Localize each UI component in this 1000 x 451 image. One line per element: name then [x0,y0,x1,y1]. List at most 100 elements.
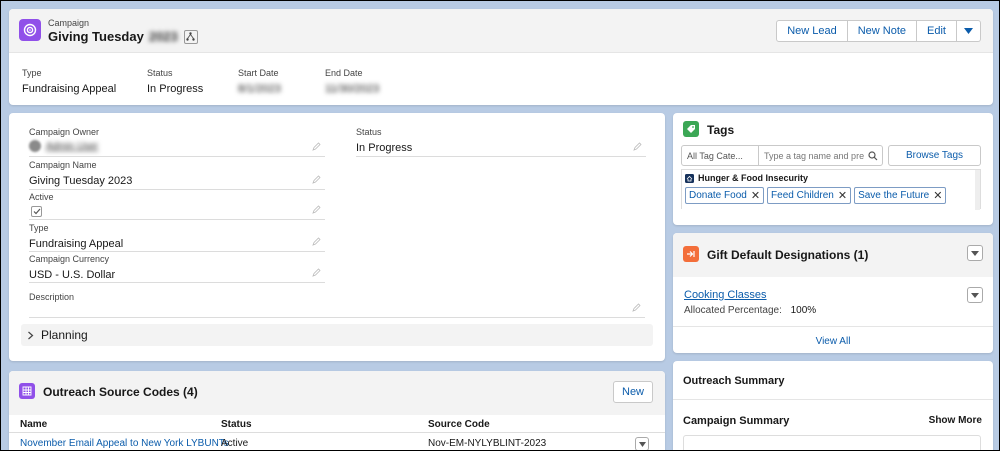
field-label: Type [29,223,49,233]
new-note-button[interactable]: New Note [847,20,918,42]
highlight-status: Status In Progress [147,68,203,95]
source-codes-card: Outreach Source Codes (4) New Name Statu… [9,371,665,450]
app-frame: Campaign Giving Tuesday 2023 New Lead Ne… [0,0,1000,451]
gift-item-menu-button[interactable] [967,287,983,303]
chevron-down-icon [971,250,979,256]
owner-link[interactable]: Admin User [46,141,98,152]
header-actions: New Lead New Note Edit [776,20,981,42]
tag-pill-label: Donate Food [689,190,747,201]
tag-pill[interactable]: Save the Future ✕ [854,187,947,204]
allocated-percentage: Allocated Percentage: 100% [684,305,816,316]
hierarchy-icon [186,32,195,41]
column-header-source-code[interactable]: Source Code [428,419,490,430]
new-source-code-button[interactable]: New [613,381,653,403]
source-code-name-link[interactable]: November Email Appeal to New York LYBUNT… [20,438,229,449]
field-description: Description [29,292,645,318]
browse-tags-button[interactable]: Browse Tags [888,145,981,166]
pencil-icon[interactable] [312,268,321,277]
gift-designations-card: Gift Default Designations (1) Cooking Cl… [673,233,993,353]
record-header: Campaign Giving Tuesday 2023 New Lead Ne… [9,9,993,105]
field-label: Description [29,292,75,302]
highlight-type: Type Fundraising Appeal [22,68,116,95]
gift-footer-divider [673,326,993,327]
tags-icon [683,121,699,137]
planning-section-toggle[interactable]: Planning [21,324,653,346]
gift-item-link[interactable]: Cooking Classes [684,289,767,301]
search-icon[interactable] [868,151,878,161]
outreach-summary-title: Outreach Summary [683,375,785,387]
highlight-value: Fundraising Appeal [22,83,117,95]
remove-tag-icon[interactable]: ✕ [751,189,760,202]
edit-button[interactable]: Edit [917,20,957,42]
field-label: Status [356,127,382,137]
highlight-value: 11/30/2023 [325,83,380,95]
table-header: Name Status Source Code [9,415,665,433]
row-actions-button[interactable] [635,437,649,450]
highlight-label: Status [147,68,173,78]
remove-tag-icon[interactable]: ✕ [838,189,847,202]
allocated-value: 100% [790,305,817,316]
allocated-label: Allocated Percentage: [684,305,782,316]
field-label: Active [29,192,54,202]
source-code-value: Nov-EM-NYLYBLINT-2023 [428,438,547,449]
chevron-down-icon [971,292,979,298]
tag-category-value: All Tag Cate... [687,150,743,161]
column-header-status[interactable]: Status [221,419,252,430]
avatar [29,140,41,152]
page-title: Giving Tuesday 2023 [48,29,198,44]
source-codes-icon [19,383,35,399]
highlight-end-date: End Date 11/30/2023 [325,68,379,95]
tag-group: Hunger & Food Insecurity [685,173,808,183]
tags-card: Tags All Tag Cate... Type a tag name and… [673,113,993,225]
source-codes-title: Outreach Source Codes (4) [43,385,198,399]
summary-card: Outreach Summary Campaign Summary Show M… [673,361,993,450]
pencil-icon[interactable] [312,142,321,151]
tag-list-scrollbar[interactable] [975,170,980,210]
page-title-text: Giving Tuesday [48,29,144,44]
tag-pill[interactable]: Feed Children ✕ [767,187,852,204]
home-icon [685,173,694,183]
tag-category-select[interactable]: All Tag Cate... [681,145,759,166]
pencil-icon[interactable] [632,303,641,312]
pencil-icon[interactable] [312,205,321,214]
view-all-link[interactable]: View All [673,336,993,347]
field-value: In Progress [356,142,413,154]
pencil-icon[interactable] [633,142,642,151]
tag-pills: Donate Food ✕ Feed Children ✕ Save the Fut… [685,187,949,204]
source-code-status: Active [221,438,249,449]
checkmark-icon [33,208,40,215]
table-row: November Email Appeal to New York LYBUNT… [9,434,665,450]
tag-pill[interactable]: Donate Food ✕ [685,187,765,204]
pencil-icon[interactable] [312,237,321,246]
campaign-summary-title: Campaign Summary [683,415,790,427]
field-active: Active [29,192,325,220]
page-title-year: 2023 [148,29,178,44]
summary-divider [673,399,993,400]
remove-tag-icon[interactable]: ✕ [933,189,942,202]
field-value: Giving Tuesday 2023 [29,175,133,187]
more-actions-button[interactable] [957,20,981,42]
field-value: USD - U.S. Dollar [29,269,116,281]
field-status: Status In Progress [356,127,646,157]
tag-search-placeholder: Type a tag name and press Enter [764,150,864,161]
show-more-button[interactable]: Show More [929,415,982,426]
tag-pill-label: Feed Children [771,190,834,201]
highlight-label: End Date [325,68,363,78]
pencil-icon[interactable] [312,175,321,184]
column-header-name[interactable]: Name [20,419,47,430]
highlight-value: In Progress [147,83,204,95]
tag-pill-label: Save the Future [858,190,930,201]
field-campaign-name: Campaign Name Giving Tuesday 2023 [29,160,325,190]
gift-title: Gift Default Designations (1) [707,248,869,262]
highlight-start-date: Start Date 8/1/2023 [238,68,281,95]
tags-title: Tags [707,123,735,137]
campaign-summary-box [683,435,981,450]
hierarchy-button[interactable] [183,29,198,44]
gift-icon [683,246,699,262]
gift-menu-button[interactable] [967,245,983,261]
field-label: Campaign Owner [29,127,100,137]
campaign-icon [19,19,41,41]
tag-search-input[interactable]: Type a tag name and press Enter [759,145,883,166]
field-campaign-owner: Campaign Owner Admin User [29,127,325,157]
new-lead-button[interactable]: New Lead [776,20,848,42]
